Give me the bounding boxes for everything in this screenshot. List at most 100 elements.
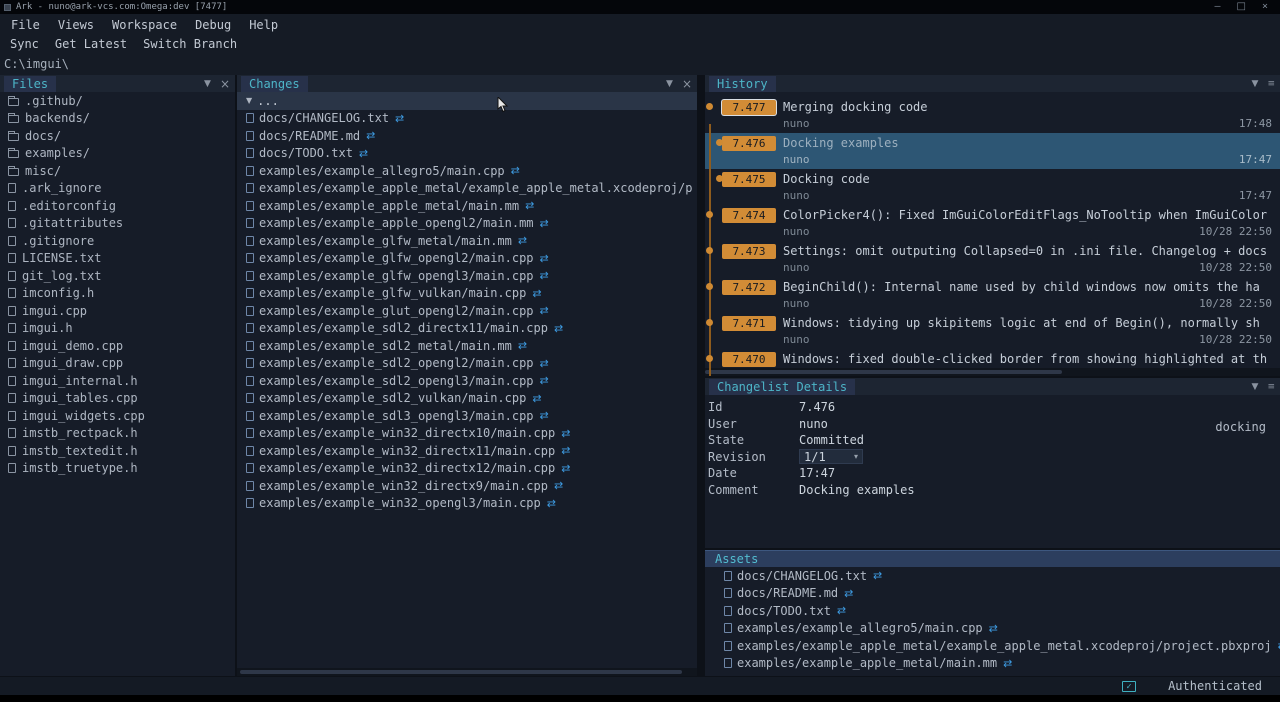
changed-file-row[interactable]: examples/example_glut_opengl2/main.cpp ⇄ xyxy=(237,302,697,320)
changed-file-row[interactable]: examples/example_sdl3_opengl3/main.cpp ⇄ xyxy=(237,407,697,425)
file-tree-item[interactable]: imgui.cpp xyxy=(0,302,235,320)
file-tree-item[interactable]: examples/ xyxy=(0,145,235,163)
changed-file-row[interactable]: examples/example_glfw_metal/main.mm ⇄ xyxy=(237,232,697,250)
horizontal-scrollbar[interactable] xyxy=(237,668,697,676)
menu-icon[interactable]: ≡ xyxy=(1267,382,1275,392)
changed-file-row[interactable]: examples/example_glfw_vulkan/main.cpp ⇄ xyxy=(237,285,697,303)
changed-file-row[interactable]: examples/example_sdl2_metal/main.mm ⇄ xyxy=(237,337,697,355)
file-tree-item[interactable]: imgui_internal.h xyxy=(0,372,235,390)
commit-row[interactable]: 7.476 Docking examples nuno 17:47 xyxy=(705,133,1280,169)
changed-file-row[interactable]: docs/CHANGELOG.txt ⇄ xyxy=(237,110,697,128)
menu-item[interactable]: File xyxy=(2,16,49,34)
close-icon[interactable]: × xyxy=(1262,0,1268,14)
file-icon xyxy=(724,658,732,668)
file-tree-item[interactable]: imconfig.h xyxy=(0,285,235,303)
file-tree-item[interactable]: git_log.txt xyxy=(0,267,235,285)
menu-item[interactable]: Help xyxy=(240,16,287,34)
commit-row[interactable]: 7.471 Windows: tidying up skipitems logi… xyxy=(705,313,1280,349)
file-tree-item[interactable]: imgui_tables.cpp xyxy=(0,390,235,408)
close-icon[interactable]: × xyxy=(220,77,230,91)
menu-icon[interactable]: ≡ xyxy=(1267,79,1275,89)
toolbar-button[interactable]: Switch Branch xyxy=(135,34,245,54)
changed-file-row[interactable]: examples/example_sdl2_directx11/main.cpp… xyxy=(237,320,697,338)
changed-file-path: docs/TODO.txt xyxy=(259,146,353,160)
changed-file-row[interactable]: examples/example_apple_metal/example_app… xyxy=(237,180,697,198)
toolbar-button[interactable]: Get Latest xyxy=(47,34,135,54)
filter-icon[interactable]: ▼ xyxy=(666,79,673,89)
file-tree-item[interactable]: imgui_draw.cpp xyxy=(0,355,235,373)
changed-file-row[interactable]: examples/example_apple_metal/main.mm ⇄ xyxy=(237,197,697,215)
item-icon xyxy=(8,236,16,246)
files-panel-title: Files xyxy=(4,76,56,92)
file-tree-item[interactable]: imstb_truetype.h xyxy=(0,460,235,478)
file-icon xyxy=(246,288,254,298)
changed-file-row[interactable]: examples/example_win32_directx12/main.cp… xyxy=(237,460,697,478)
menu-item[interactable]: Debug xyxy=(186,16,240,34)
commit-time: 10/28 22:50 xyxy=(1199,225,1272,238)
changed-file-path: examples/example_sdl2_opengl3/main.cpp xyxy=(259,374,534,388)
file-tree-item[interactable]: .gitignore xyxy=(0,232,235,250)
changed-file-row[interactable]: docs/README.md ⇄ xyxy=(237,127,697,145)
changed-file-row[interactable]: examples/example_apple_opengl2/main.mm ⇄ xyxy=(237,215,697,233)
asset-file-row[interactable]: examples/example_allegro5/main.cpp ⇄ xyxy=(705,620,1280,638)
changes-root-row[interactable]: ▼ ... xyxy=(237,92,697,110)
changed-file-row[interactable]: examples/example_glfw_opengl3/main.cpp ⇄ xyxy=(237,267,697,285)
asset-file-row[interactable]: docs/README.md ⇄ xyxy=(705,585,1280,603)
changed-file-row[interactable]: examples/example_allegro5/main.cpp ⇄ xyxy=(237,162,697,180)
changed-file-path: examples/example_win32_opengl3/main.cpp xyxy=(259,496,541,510)
file-tree-item[interactable]: backends/ xyxy=(0,110,235,128)
changed-file-row[interactable]: examples/example_win32_directx9/main.cpp… xyxy=(237,477,697,495)
item-icon xyxy=(8,341,16,351)
menu-item[interactable]: Views xyxy=(49,16,103,34)
detail-field-row: Revision 1/1 ▾ xyxy=(705,449,1280,466)
file-tree-item[interactable]: .gitattributes xyxy=(0,215,235,233)
asset-file-row[interactable]: examples/example_apple_metal/main.mm ⇄ xyxy=(705,655,1280,673)
file-tree-item[interactable]: imstb_rectpack.h xyxy=(0,425,235,443)
changed-file-row[interactable]: examples/example_win32_opengl3/main.cpp … xyxy=(237,495,697,513)
changed-file-row[interactable]: examples/example_glfw_opengl2/main.cpp ⇄ xyxy=(237,250,697,268)
commit-row[interactable]: 7.472 BeginChild(): Internal name used b… xyxy=(705,277,1280,313)
commit-row[interactable]: 7.474 ColorPicker4(): Fixed ImGuiColorEd… xyxy=(705,205,1280,241)
file-tree-item[interactable]: docs/ xyxy=(0,127,235,145)
changed-file-row[interactable]: examples/example_sdl2_opengl3/main.cpp ⇄ xyxy=(237,372,697,390)
asset-file-row[interactable]: docs/CHANGELOG.txt ⇄ xyxy=(705,567,1280,585)
file-tree-item[interactable]: imstb_textedit.h xyxy=(0,442,235,460)
file-tree-item[interactable]: LICENSE.txt xyxy=(0,250,235,268)
changed-file-row[interactable]: examples/example_win32_directx11/main.cp… xyxy=(237,442,697,460)
file-tree-item[interactable]: imgui.h xyxy=(0,320,235,338)
horizontal-scrollbar[interactable] xyxy=(705,368,1280,376)
assets-header[interactable]: Assets xyxy=(705,550,1280,567)
changed-file-row[interactable]: examples/example_sdl2_opengl2/main.cpp ⇄ xyxy=(237,355,697,373)
mouse-cursor xyxy=(497,97,509,113)
maximize-icon[interactable]: □ xyxy=(1237,0,1246,14)
toolbar-button[interactable]: Sync xyxy=(2,34,47,54)
window-title: Ark - nuno@ark-vcs.com:Omega:dev [7477] xyxy=(16,0,1214,14)
chevron-down-icon[interactable]: ▾ xyxy=(854,452,858,461)
menu-item[interactable]: Workspace xyxy=(103,16,186,34)
file-tree-item[interactable]: .github/ xyxy=(0,92,235,110)
changed-file-row[interactable]: docs/TODO.txt ⇄ xyxy=(237,145,697,163)
commit-row[interactable]: 7.477 Merging docking code nuno 17:48 xyxy=(705,97,1280,133)
commit-graph-dot xyxy=(706,211,713,218)
file-tree-item[interactable]: misc/ xyxy=(0,162,235,180)
close-icon[interactable]: × xyxy=(682,77,692,91)
file-icon xyxy=(724,623,732,633)
modified-status-icon: ⇄ xyxy=(366,129,375,142)
file-tree-item[interactable]: .ark_ignore xyxy=(0,180,235,198)
file-tree-item[interactable]: imgui_demo.cpp xyxy=(0,337,235,355)
asset-file-row[interactable]: docs/TODO.txt ⇄ xyxy=(705,602,1280,620)
file-tree-item[interactable]: imgui_widgets.cpp xyxy=(0,407,235,425)
file-tree-item[interactable]: .editorconfig xyxy=(0,197,235,215)
asset-file-row[interactable]: examples/example_apple_metal/example_app… xyxy=(705,637,1280,655)
changed-file-row[interactable]: examples/example_win32_directx10/main.cp… xyxy=(237,425,697,443)
filter-icon[interactable]: ▼ xyxy=(1252,79,1259,89)
scrollbar-thumb[interactable] xyxy=(705,370,1062,374)
commit-row[interactable]: 7.473 Settings: omit outputing Collapsed… xyxy=(705,241,1280,277)
filter-icon[interactable]: ▼ xyxy=(204,79,211,89)
minimize-icon[interactable]: – xyxy=(1214,0,1220,14)
commit-row[interactable]: 7.475 Docking code nuno 17:47 xyxy=(705,169,1280,205)
filter-icon[interactable]: ▼ xyxy=(1252,382,1259,392)
changed-file-row[interactable]: examples/example_sdl2_vulkan/main.cpp ⇄ xyxy=(237,390,697,408)
chevron-down-icon[interactable]: ▼ xyxy=(246,96,252,105)
scrollbar-thumb[interactable] xyxy=(240,670,682,674)
